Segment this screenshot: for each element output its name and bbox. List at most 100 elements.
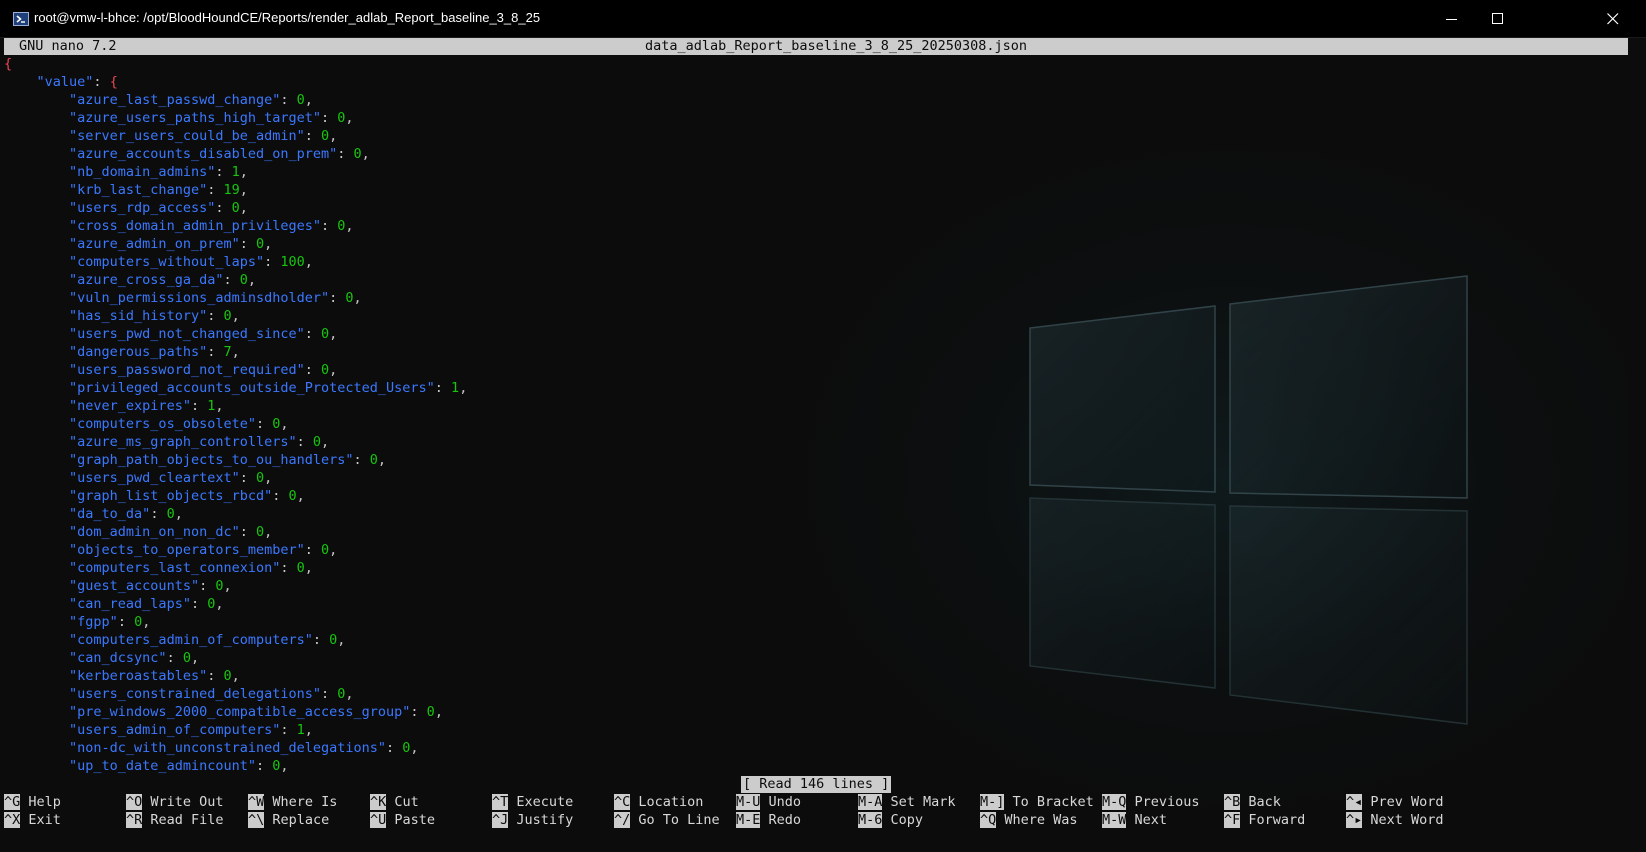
shortcut-label: Set Mark [890, 794, 956, 810]
json-entry-line: "azure_last_passwd_change": 0, [69, 92, 313, 108]
json-key: "can_dcsync" [69, 650, 167, 666]
shortcut-item[interactable]: ^B Back [1224, 793, 1281, 811]
json-key: "nb_domain_admins" [69, 164, 216, 180]
json-key: "has_sid_history" [69, 308, 208, 324]
json-value: 0 [223, 308, 232, 324]
json-entry-line: "has_sid_history": 0, [69, 308, 240, 324]
shortcut-item[interactable]: ^U Paste [370, 811, 435, 829]
json-key: "graph_list_objects_rbcd" [69, 488, 273, 504]
json-entry-line: "users_constrained_delegations": 0, [69, 686, 354, 702]
json-key: "azure_users_paths_high_target" [69, 110, 321, 126]
shortcut-label: Execute [516, 794, 574, 810]
json-value: 0 [255, 470, 265, 486]
json-value: 19 [223, 182, 240, 198]
terminal-scrollbar[interactable] [1628, 38, 1646, 852]
title-bar[interactable]: root@vmw-l-bhce: /opt/BloodHoundCE/Repor… [0, 0, 1646, 38]
json-key: "pre_windows_2000_compatible_access_grou… [69, 704, 411, 720]
shortcut-item[interactable]: M-A Set Mark [858, 793, 956, 811]
json-value: 0 [353, 146, 362, 162]
json-value: 0 [182, 650, 191, 666]
json-key: "kerberoastables" [69, 668, 208, 684]
shortcut-item[interactable]: M-Q Previous [1102, 793, 1200, 811]
json-key: "objects_to_operators_member" [69, 542, 305, 558]
shortcut-item[interactable]: ^C Location [614, 793, 703, 811]
json-value: 0 [231, 200, 240, 216]
json-key: "value" [36, 74, 94, 90]
shortcut-item[interactable]: M-] To Bracket [980, 793, 1094, 811]
json-entry-line: "kerberoastables": 0, [69, 668, 240, 684]
maximize-icon [1492, 13, 1503, 24]
json-key: "azure_accounts_disabled_on_prem" [69, 146, 338, 162]
maximize-button[interactable] [1475, 0, 1521, 38]
json-entry-line: "azure_admin_on_prem": 0, [69, 236, 273, 252]
shortcut-item[interactable]: ^G Help [4, 793, 61, 811]
json-value: 1 [296, 722, 305, 738]
json-key: "fgpp" [69, 614, 118, 630]
json-entry-line: "cross_domain_admin_privileges": 0, [69, 218, 354, 234]
shortcut-label: Where Is [272, 794, 338, 810]
shortcut-label: Help [28, 794, 61, 810]
shortcut-key: M-Q [1102, 794, 1127, 810]
shortcut-item[interactable]: M-U Undo [736, 793, 801, 811]
shortcut-label: Cut [394, 794, 419, 810]
nano-version: GNU nano 7.2 [19, 38, 117, 54]
json-entry-line: "krb_last_change": 19, [69, 182, 248, 198]
shortcut-label: Paste [394, 812, 436, 828]
minimize-icon [1446, 19, 1457, 20]
json-entry-line: "vuln_permissions_adminsdholder": 0, [69, 290, 362, 306]
shortcut-item[interactable]: ^T Execute [492, 793, 573, 811]
shortcut-label: Read File [150, 812, 224, 828]
shortcut-item[interactable]: ^O Write Out [126, 793, 224, 811]
shortcut-label: Write Out [150, 794, 224, 810]
shortcut-label: Forward [1248, 812, 1306, 828]
editor-buffer[interactable]: { "value": { "azure_last_passwd_change":… [4, 55, 1624, 775]
json-entry-line: "azure_accounts_disabled_on_prem": 0, [69, 146, 370, 162]
shortcut-item[interactable]: ^W Where Is [248, 793, 337, 811]
json-entry-line: "users_pwd_not_changed_since": 0, [69, 326, 338, 342]
close-icon [1607, 13, 1619, 25]
shortcut-item[interactable]: M-E Redo [736, 811, 801, 829]
json-entry-line: "users_password_not_required": 0, [69, 362, 338, 378]
shortcut-key: ^C [614, 794, 631, 810]
json-value: 0 [166, 506, 175, 522]
json-value: 7 [223, 344, 232, 360]
json-key: "can_read_laps" [69, 596, 191, 612]
shortcut-key: M-E [736, 812, 761, 828]
shortcut-key: M-6 [858, 812, 883, 828]
shortcut-item[interactable]: ^Q Where Was [980, 811, 1078, 829]
shortcut-item[interactable]: M-6 Copy [858, 811, 923, 829]
json-key: "azure_ms_graph_controllers" [69, 434, 297, 450]
json-key: "computers_last_connexion" [69, 560, 281, 576]
shortcut-label: Next [1134, 812, 1168, 828]
shortcut-item[interactable]: ^▸ Next Word [1346, 811, 1444, 829]
shortcut-item[interactable]: ^/ Go To Line [614, 811, 720, 829]
shortcut-item[interactable]: ^◂ Prev Word [1346, 793, 1444, 811]
shortcut-item[interactable]: ^R Read File [126, 811, 224, 829]
json-brace: { [4, 56, 13, 72]
shortcut-item[interactable]: ^J Justify [492, 811, 573, 829]
minimize-button[interactable] [1429, 0, 1475, 38]
shortcut-item[interactable]: ^X Exit [4, 811, 61, 829]
shortcut-item[interactable]: ^\ Replace [248, 811, 329, 829]
shortcut-key: M-A [858, 794, 883, 810]
json-key: "users_constrained_delegations" [69, 686, 321, 702]
shortcut-label: Go To Line [638, 812, 720, 828]
shortcut-item[interactable]: M-W Next [1102, 811, 1167, 829]
window-title: root@vmw-l-bhce: /opt/BloodHoundCE/Repor… [34, 10, 541, 25]
json-key: "dom_admin_on_non_dc" [69, 524, 240, 540]
shortcut-key: ^J [492, 812, 509, 828]
shortcut-key: ^O [126, 794, 143, 810]
json-entry-line: "dangerous_paths": 7, [69, 344, 240, 360]
json-entry-line: "server_users_could_be_admin": 0, [69, 128, 338, 144]
shortcut-key: ^▸ [1346, 812, 1363, 828]
shortcut-label: Copy [890, 812, 924, 828]
json-value: 0 [312, 434, 322, 450]
json-brace: { [109, 74, 118, 90]
shortcut-item[interactable]: ^K Cut [370, 793, 419, 811]
terminal-area[interactable]: GNU nano 7.2 data_adlab_Report_baseline_… [0, 38, 1646, 852]
shortcut-key: ^X [4, 812, 21, 828]
json-key: "guest_accounts" [69, 578, 200, 594]
shortcut-item[interactable]: ^F Forward [1224, 811, 1305, 829]
shortcut-key: ^F [1224, 812, 1241, 828]
close-button[interactable] [1590, 0, 1636, 38]
